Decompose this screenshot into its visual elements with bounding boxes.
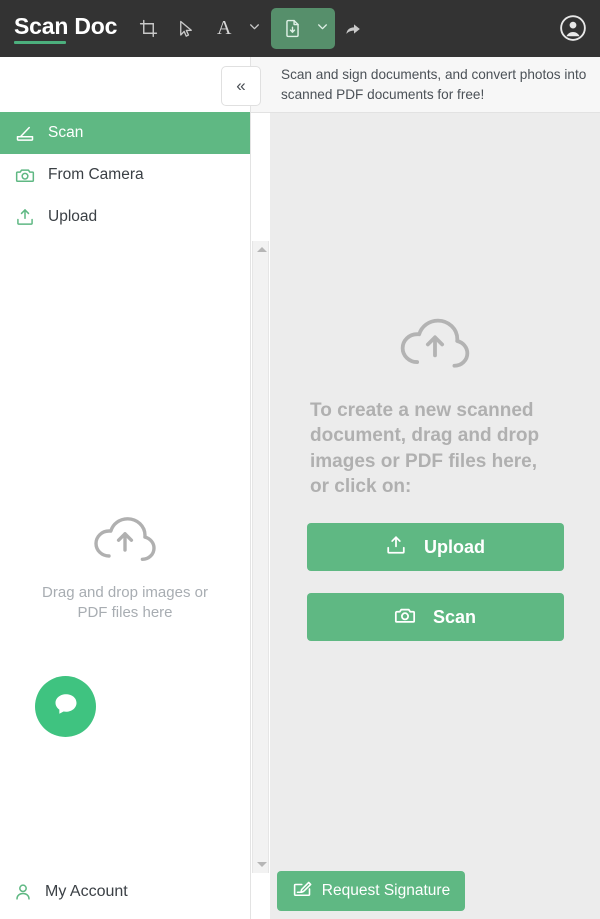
- logo-doc-text: Doc: [74, 13, 118, 39]
- app-window: Scan Doc A Scan From Camera Upload Drag …: [0, 0, 600, 919]
- avatar: [558, 15, 588, 47]
- person-icon: [12, 881, 34, 903]
- chevron-down-icon: [256, 862, 267, 867]
- pointer-tool-button[interactable]: [167, 8, 205, 49]
- sidebar-item-upload[interactable]: Upload: [0, 196, 250, 238]
- camera-icon: [394, 604, 416, 631]
- chevron-down-icon: [316, 20, 329, 38]
- chevron-down-icon: [248, 20, 261, 38]
- sidebar-dropzone[interactable]: Drag and drop images or PDF files here: [0, 512, 250, 624]
- cloud-upload-icon: [398, 313, 472, 376]
- sidebar: Scan From Camera Upload Drag and drop im…: [0, 57, 251, 919]
- upload-button-label: Upload: [424, 536, 485, 557]
- request-signature-button[interactable]: Request Signature: [277, 871, 465, 911]
- share-icon: [344, 19, 364, 39]
- sidebar-item-label: From Camera: [48, 166, 144, 183]
- collapse-sidebar-button[interactable]: «: [221, 66, 261, 106]
- scrollbar-down-button[interactable]: [253, 856, 270, 873]
- sidebar-item-scan[interactable]: Scan: [0, 112, 250, 154]
- tagline-text: Scan and sign documents, and convert pho…: [281, 66, 587, 102]
- document-download-dropdown[interactable]: [311, 8, 333, 49]
- logo-underline: [14, 41, 66, 44]
- scan-button-label: Scan: [432, 606, 477, 627]
- user-avatar-button[interactable]: [558, 13, 588, 43]
- pointer-icon: [177, 20, 195, 38]
- main-dropzone-content: To create a new scanned document, drag a…: [270, 313, 600, 642]
- text-tool-button[interactable]: A: [205, 8, 243, 49]
- upload-button[interactable]: Upload: [306, 523, 564, 572]
- sidebar-item-from-camera[interactable]: From Camera: [0, 154, 250, 196]
- text-icon: A: [217, 17, 232, 39]
- upload-icon: [385, 534, 407, 561]
- main-dropzone-panel[interactable]: To create a new scanned document, drag a…: [270, 113, 600, 919]
- scrollbar-up-button[interactable]: [253, 241, 270, 258]
- sidebar-top-spacer: [0, 57, 250, 112]
- cloud-upload-icon: [92, 512, 158, 569]
- chevron-double-left-icon: «: [236, 76, 246, 95]
- chat-fab-button[interactable]: [35, 676, 96, 737]
- document-download-combo[interactable]: [271, 8, 336, 49]
- crop-icon: [139, 19, 158, 38]
- document-download-icon: [283, 19, 302, 38]
- text-tool-dropdown[interactable]: [243, 8, 265, 49]
- camera-icon: [14, 164, 36, 186]
- sidebar-item-label: Scan: [48, 124, 84, 141]
- top-toolbar: Scan Doc A: [0, 0, 600, 57]
- my-account-button[interactable]: My Account: [0, 864, 250, 919]
- share-tool-button[interactable]: [335, 8, 373, 49]
- main-instruction-text: To create a new scanned document, drag a…: [310, 400, 540, 497]
- signature-pen-icon: [292, 878, 313, 904]
- app-logo[interactable]: Scan Doc: [14, 13, 118, 44]
- sidebar-item-label: Upload: [48, 208, 98, 225]
- chat-bubble-icon: [52, 690, 80, 723]
- logo-scan-text: Scan: [14, 13, 69, 39]
- upload-icon: [14, 206, 36, 228]
- crop-tool-button[interactable]: [129, 8, 167, 49]
- scan-button[interactable]: Scan: [306, 593, 564, 642]
- document-download-button[interactable]: [273, 8, 311, 49]
- tagline-bar: « Scan and sign documents, and convert p…: [221, 57, 600, 113]
- text-tool-combo[interactable]: A: [205, 8, 267, 49]
- sidebar-scrollbar[interactable]: [252, 241, 269, 873]
- scanner-icon: [14, 122, 36, 144]
- sidebar-dropzone-text: Drag and drop images or PDF files here: [42, 584, 208, 622]
- my-account-label: My Account: [45, 882, 128, 900]
- chevron-up-icon: [256, 247, 267, 252]
- request-signature-label: Request Signature: [321, 882, 451, 899]
- toolbar-tools: A: [129, 8, 373, 49]
- logo-scan-part: Scan: [14, 13, 74, 44]
